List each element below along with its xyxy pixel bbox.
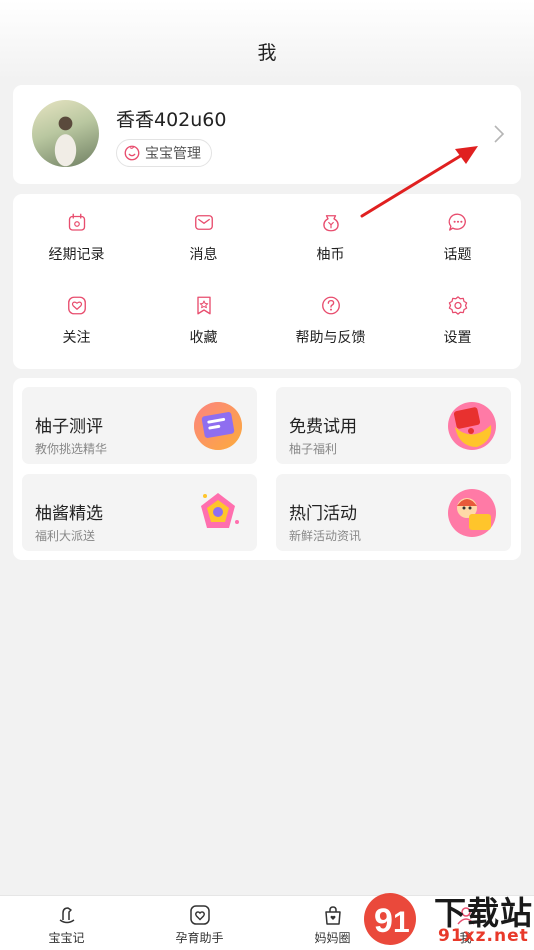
mascot-icon [448,489,496,537]
tab-label: 孕育助手 [175,931,224,945]
tile-title: 热门活动 [289,504,357,524]
menu-item-topics[interactable]: 话题 [394,194,521,264]
tile-title: 免费试用 [289,417,357,437]
tile-title: 柚子测评 [35,417,103,437]
tile-subtitle: 教你挑选精华 [35,442,108,456]
menu-item-messages[interactable]: 消息 [140,194,267,264]
tile-yuzi-review[interactable]: 柚子测评 教你挑选精华 [22,387,257,464]
menu-item-period-record[interactable]: 经期记录 [13,194,140,264]
heart-icon [67,296,86,315]
bookmark-star-icon [196,296,211,315]
calendar-icon [68,213,85,231]
candy-icon [201,493,239,528]
menu-label: 设置 [443,330,472,346]
review-sticker-icon [194,402,242,450]
chat-bubble-icon [448,213,466,231]
avatar[interactable] [32,100,99,167]
menu-item-settings[interactable]: 设置 [394,277,521,347]
menu-item-favorites[interactable]: 收藏 [140,277,267,347]
menu-label: 话题 [443,247,472,263]
menu-label: 柚币 [316,247,345,263]
bag-icon [324,906,341,925]
svg-text:9: 9 [374,902,393,940]
chevron-right-icon[interactable] [493,124,505,144]
tile-title: 柚酱精选 [35,504,103,524]
coin-bag-icon [322,215,339,232]
tab-baby-diary[interactable]: 宝宝记 [0,896,133,950]
menu-grid: 经期记录 消息 柚币 话题 关注 收藏 帮助与反馈 设置 [13,194,521,369]
baby-manage-button[interactable]: 宝宝管理 [116,139,212,167]
profile-card[interactable]: 香香402u60 宝宝管理 [13,85,521,184]
menu-label: 消息 [189,247,218,263]
tile-subtitle: 柚子福利 [289,442,338,456]
heart-badge-icon [189,905,210,925]
feature-tiles: 柚子测评 教你挑选精华 免费试用 柚子福利 柚酱精选 福利大派送 热门活动 新鲜… [13,378,521,560]
watermark-url: 91xz.net [438,926,529,946]
menu-label: 经期记录 [48,247,105,263]
tab-label: 妈妈圈 [314,931,351,945]
menu-item-coins[interactable]: 柚币 [267,194,394,264]
tile-hot-events[interactable]: 热门活动 新鲜活动资讯 [276,474,511,551]
gift-box-icon [448,402,496,450]
tab-label: 宝宝记 [48,931,85,945]
mail-icon [194,215,213,230]
baby-manage-label: 宝宝管理 [145,146,201,162]
gear-icon [448,296,467,315]
tile-yujiang-picks[interactable]: 柚酱精选 福利大派送 [22,474,257,551]
tile-subtitle: 新鲜活动资讯 [289,529,362,543]
menu-label: 收藏 [189,330,218,346]
username: 香香402u60 [116,109,227,131]
page-title: 我 [257,42,277,64]
svg-text:1: 1 [393,906,410,939]
menu-label: 帮助与反馈 [295,330,366,346]
baby-face-icon [124,145,140,161]
tile-free-trial[interactable]: 免费试用 柚子福利 [276,387,511,464]
tab-pregnancy-assistant[interactable]: 孕育助手 [133,896,266,950]
tile-subtitle: 福利大派送 [35,529,96,543]
menu-item-follow[interactable]: 关注 [13,277,140,347]
help-icon [321,296,340,315]
menu-item-help[interactable]: 帮助与反馈 [267,277,394,347]
menu-label: 关注 [62,330,91,346]
rocking-horse-icon [59,907,74,924]
